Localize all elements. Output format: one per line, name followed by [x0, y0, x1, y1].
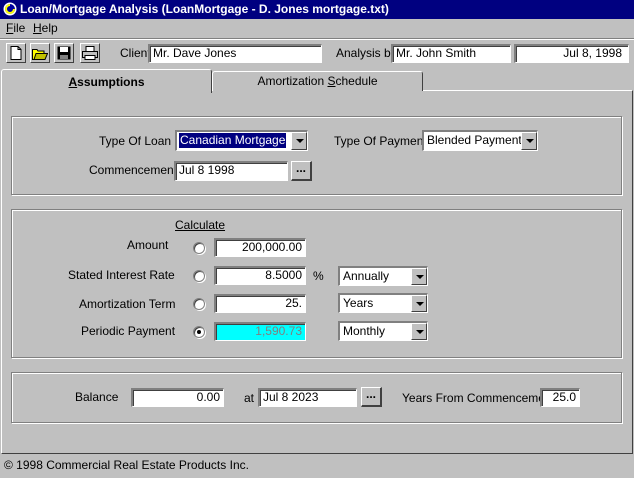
compounding-value: Annually: [343, 269, 390, 283]
chevron-down-icon[interactable]: [411, 268, 427, 285]
copyright-status: © 1998 Commercial Real Estate Products I…: [4, 458, 249, 472]
new-button[interactable]: [6, 43, 26, 63]
payment-frequency-value: Monthly: [343, 324, 386, 338]
loan-type-group: [11, 116, 622, 195]
app-icon: [3, 2, 17, 16]
new-document-icon: [10, 46, 22, 60]
title-bar[interactable]: Loan/Mortgage Analysis (LoanMortgage - D…: [0, 0, 634, 19]
balance-label: Balance: [75, 390, 119, 404]
type-of-loan-select[interactable]: Canadian Mortgage: [175, 130, 308, 151]
open-button[interactable]: [30, 43, 50, 63]
type-of-loan-value: Canadian Mortgage: [179, 133, 287, 148]
periodic-payment-field[interactable]: 1,590.73: [214, 322, 306, 341]
amortization-term-radio[interactable]: [193, 298, 205, 310]
chevron-down-icon[interactable]: [411, 295, 427, 312]
analysis-date-field[interactable]: Jul 8, 1998: [514, 44, 629, 63]
calculate-header: Calculate: [175, 218, 226, 232]
balance-date-picker-button[interactable]: ...: [361, 387, 382, 407]
tab-assumptions[interactable]: Assumptions: [1, 69, 212, 93]
window-title: Loan/Mortgage Analysis (LoanMortgage - D…: [20, 2, 389, 16]
amount-label: Amount: [127, 238, 169, 252]
percent-unit: %: [313, 269, 324, 283]
interest-rate-label: Stated Interest Rate: [68, 268, 175, 282]
commencement-label: Commencement: [89, 163, 178, 177]
save-button[interactable]: [54, 43, 74, 63]
client-field[interactable]: Mr. Dave Jones: [148, 44, 322, 63]
chevron-down-icon[interactable]: [291, 132, 307, 150]
chevron-down-icon[interactable]: [521, 132, 537, 150]
term-unit-value: Years: [343, 296, 374, 310]
type-of-loan-label: Type Of Loan: [99, 134, 172, 148]
years-from-commencement-field[interactable]: 25.0: [540, 388, 580, 407]
balance-field[interactable]: 0.00: [131, 388, 224, 407]
analysis-by-field[interactable]: Mr. John Smith: [391, 44, 511, 63]
open-folder-icon: [32, 48, 48, 60]
commencement-date-field[interactable]: Jul 8 1998: [174, 161, 288, 181]
chevron-down-icon[interactable]: [411, 323, 427, 340]
client-label: Client: [120, 46, 151, 60]
commencement-picker-button[interactable]: ...: [291, 161, 312, 181]
print-button[interactable]: [80, 43, 100, 63]
interest-rate-field[interactable]: 8.5000: [214, 266, 306, 285]
type-of-payment-value: Blended Payment: [427, 133, 522, 147]
amortization-term-field[interactable]: 25.: [214, 294, 306, 313]
analysis-by-label: Analysis by: [336, 46, 397, 60]
balance-date-field[interactable]: Jul 8 2023: [258, 388, 357, 407]
save-disk-icon: [57, 46, 71, 60]
periodic-payment-label: Periodic Payment: [81, 324, 176, 338]
amount-radio[interactable]: [193, 242, 205, 254]
menu-bar: File Help: [0, 19, 634, 38]
type-of-payment-label: Type Of Payment: [334, 134, 427, 148]
amortization-term-label: Amortization Term: [79, 297, 176, 311]
amount-field[interactable]: 200,000.00: [214, 238, 306, 257]
at-label: at: [244, 391, 255, 405]
years-from-commencement-label: Years From Commencement: [402, 391, 555, 405]
compounding-select[interactable]: Annually: [338, 266, 428, 286]
type-of-payment-select[interactable]: Blended Payment: [422, 130, 538, 151]
print-icon: [82, 46, 98, 60]
menu-help[interactable]: Help: [33, 21, 58, 36]
periodic-payment-radio[interactable]: [193, 326, 205, 338]
menu-separator: [0, 38, 634, 39]
tab-amortization-schedule[interactable]: Amortization Schedule: [212, 71, 423, 91]
payment-frequency-select[interactable]: Monthly: [338, 321, 428, 341]
interest-rate-radio[interactable]: [193, 270, 205, 282]
term-unit-select[interactable]: Years: [338, 293, 428, 313]
menu-file[interactable]: File: [6, 21, 25, 36]
